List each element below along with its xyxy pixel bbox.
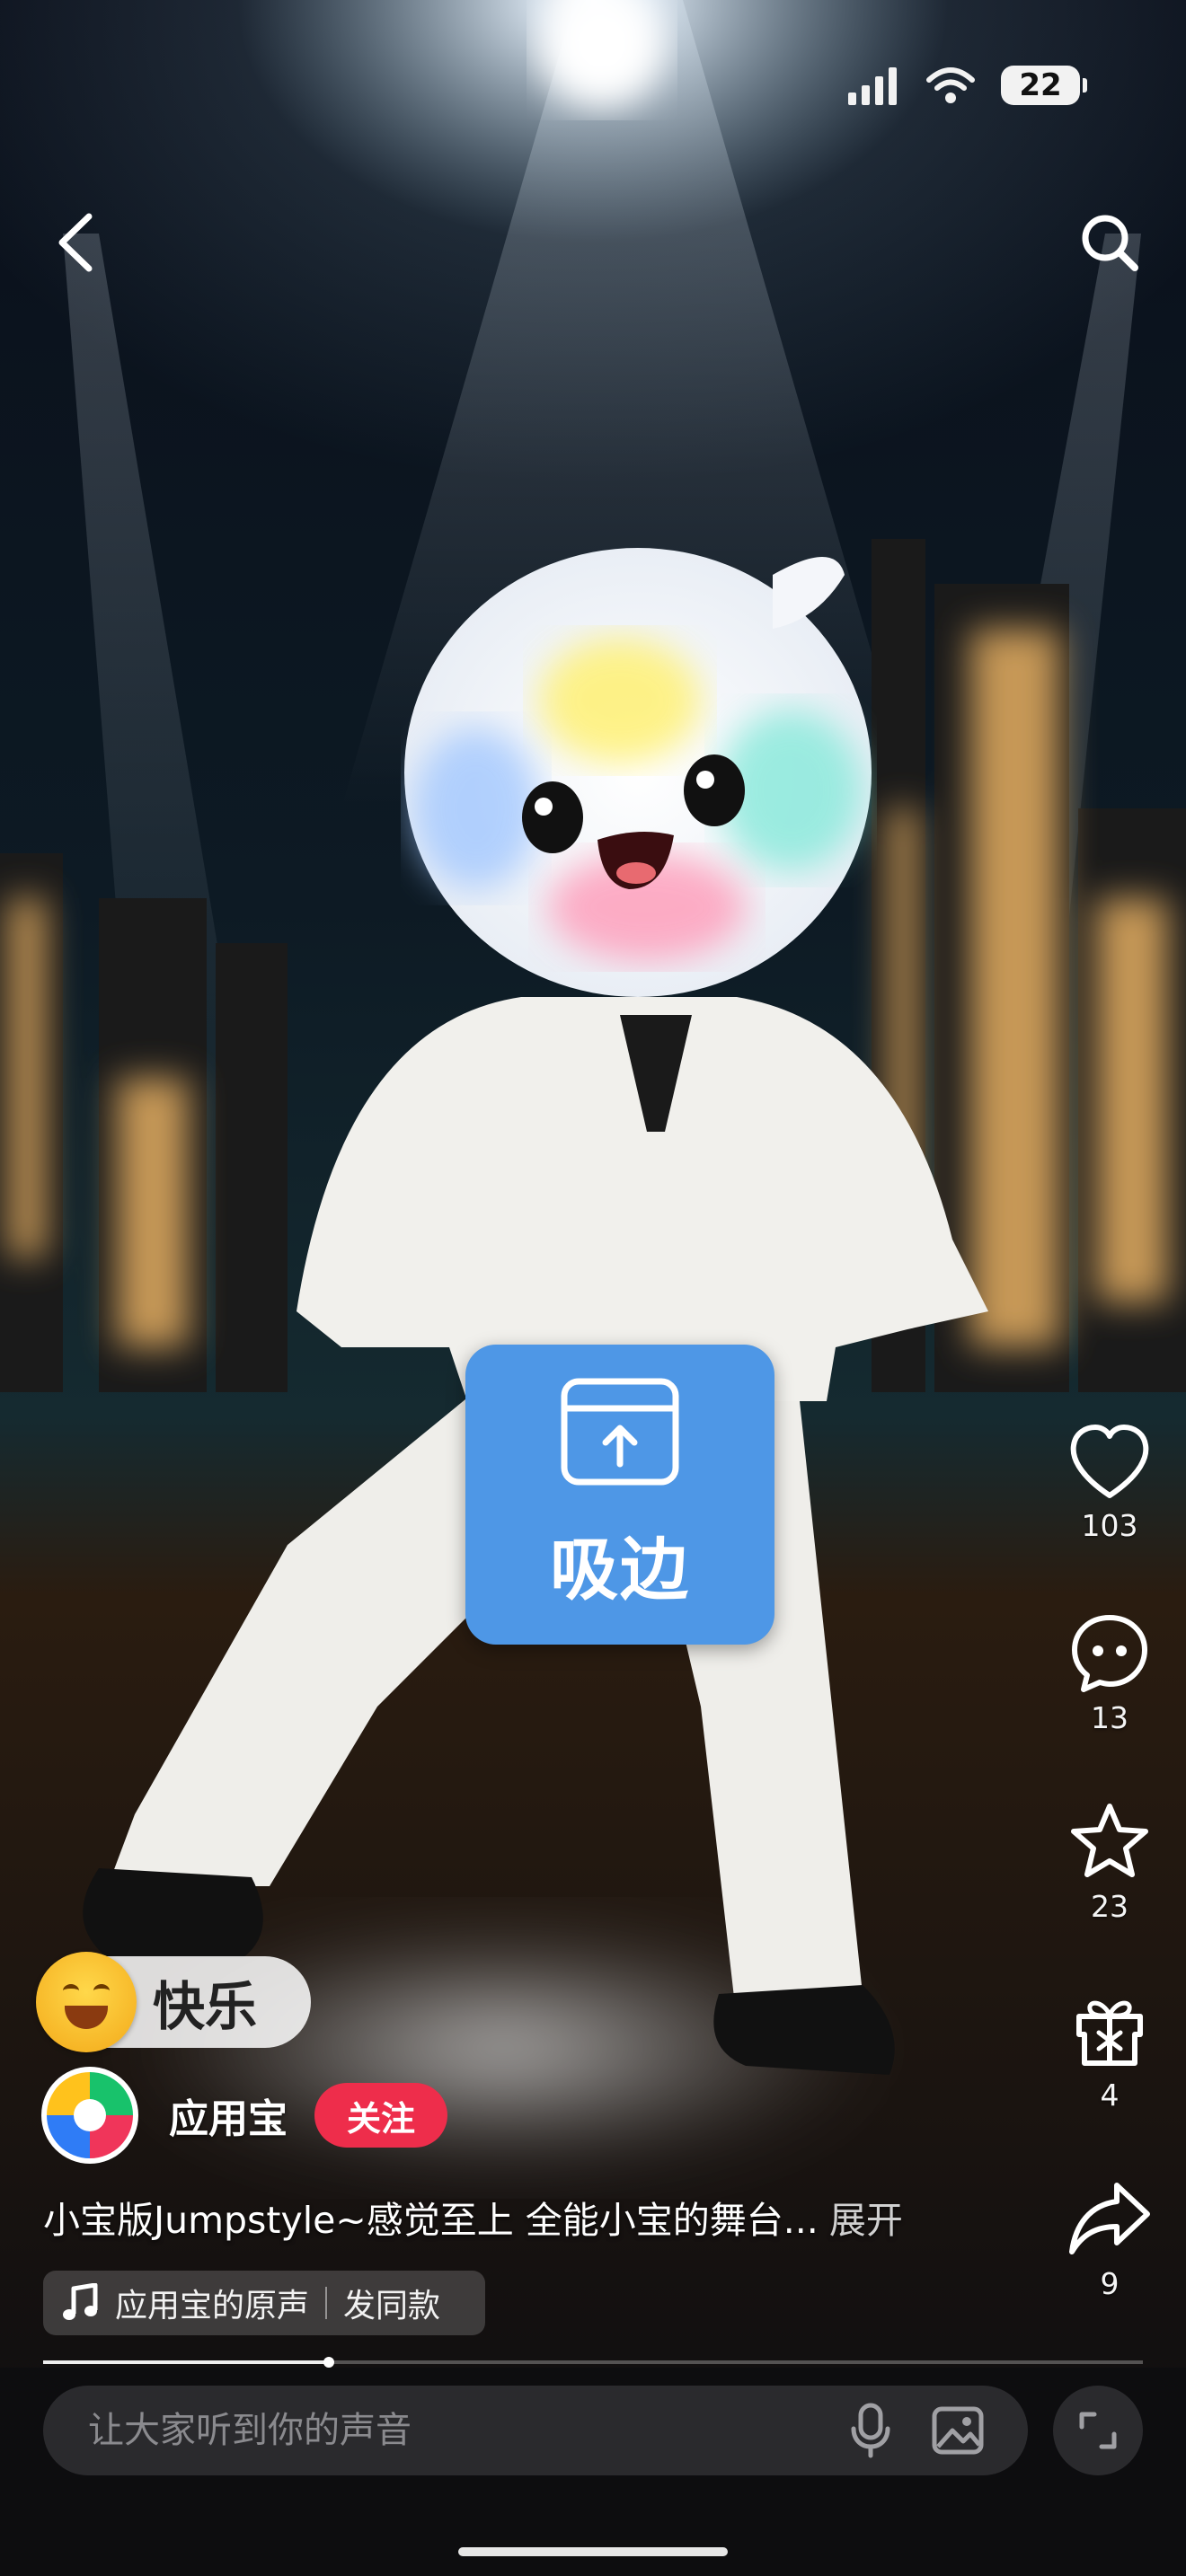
author-name[interactable]: 应用宝 — [169, 2086, 288, 2144]
mood-tag-label: 快乐 — [153, 1976, 258, 2037]
music-note-icon — [63, 2283, 98, 2320]
avatar[interactable] — [41, 2067, 138, 2164]
caption-text: 小宝版Jumpstyle~感觉至上 全能小宝的舞台... — [43, 2199, 819, 2242]
status-bar: 22 — [846, 63, 1087, 108]
follow-label: 关注 — [347, 2098, 416, 2139]
expand-button[interactable] — [1053, 2386, 1143, 2475]
back-button[interactable] — [36, 202, 117, 283]
home-indicator[interactable] — [458, 2547, 728, 2556]
favorite-count: 23 — [1091, 1889, 1128, 1924]
star-icon — [1071, 1804, 1148, 1877]
share-button[interactable]: 9 — [1055, 2178, 1164, 2301]
share-count: 9 — [1100, 2266, 1120, 2301]
battery-icon: 22 — [1001, 66, 1087, 105]
share-arrow-icon — [1069, 2183, 1150, 2254]
comment-input[interactable] — [86, 2409, 848, 2452]
chevron-left-icon — [58, 213, 93, 272]
playback-progress[interactable] — [43, 2357, 1143, 2368]
wifi-icon — [926, 67, 975, 103]
favorite-button[interactable]: 23 — [1055, 1801, 1164, 1924]
comment-bubble-icon — [1072, 1615, 1147, 1692]
like-count: 103 — [1081, 1508, 1138, 1543]
image-icon[interactable] — [931, 2405, 985, 2456]
gift-icon — [1076, 2000, 1143, 2066]
snap-to-edge-widget[interactable]: 吸边 — [465, 1345, 774, 1645]
author-row: 应用宝 关注 — [41, 2066, 448, 2165]
music-chip[interactable]: 应用宝的原声 发同款 — [43, 2271, 485, 2335]
gift-count: 4 — [1100, 2078, 1120, 2113]
mood-tag[interactable]: 快乐 — [36, 1952, 311, 2052]
microphone-icon[interactable] — [848, 2402, 893, 2459]
comment-button[interactable]: 13 — [1055, 1612, 1164, 1735]
video-caption: 小宝版Jumpstyle~感觉至上 全能小宝的舞台... 展开 — [43, 2190, 1013, 2244]
upload-window-icon — [561, 1378, 679, 1486]
progress-fill — [43, 2360, 330, 2364]
divider — [325, 2287, 328, 2319]
comment-input-box[interactable] — [43, 2386, 1028, 2475]
search-icon — [1082, 215, 1138, 271]
use-sound-button[interactable]: 发同款 — [343, 2280, 440, 2326]
search-button[interactable] — [1069, 202, 1150, 283]
bottom-comment-bar — [0, 2368, 1186, 2576]
music-title: 应用宝的原声 — [115, 2288, 310, 2325]
app-logo-icon — [47, 2072, 133, 2158]
smiling-face-icon — [36, 1952, 137, 2052]
like-button[interactable]: 103 — [1055, 1424, 1164, 1543]
cellular-signal-icon — [848, 67, 897, 105]
battery-level: 22 — [1019, 67, 1062, 103]
fullscreen-expand-icon — [1079, 2412, 1117, 2449]
heart-icon — [1070, 1425, 1149, 1498]
comment-count: 13 — [1091, 1700, 1128, 1735]
follow-button[interactable]: 关注 — [314, 2083, 448, 2148]
gift-button[interactable]: 4 — [1055, 1989, 1164, 2113]
snap-to-edge-label: 吸边 — [550, 1530, 690, 1610]
expand-caption-link[interactable]: 展开 — [829, 2199, 903, 2242]
